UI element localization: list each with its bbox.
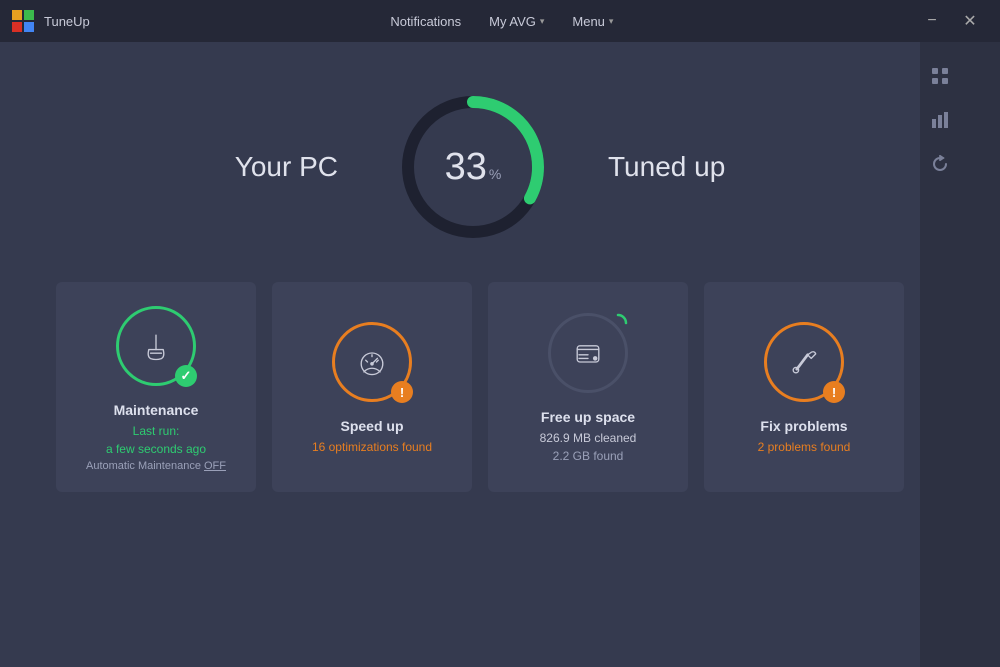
gauge-area: Your PC 33% Tuned up	[235, 92, 726, 242]
close-button[interactable]: ✕	[952, 0, 988, 42]
gauge-value: 33	[445, 148, 487, 186]
maintenance-card[interactable]: ✓ Maintenance Last run: a few seconds ag…	[56, 282, 256, 492]
free-space-title: Free up space	[541, 409, 635, 425]
gauge-container: 33%	[398, 92, 548, 242]
gauge-unit: %	[489, 166, 501, 182]
maintenance-link: Automatic Maintenance OFF	[86, 460, 226, 472]
broom-icon	[138, 328, 174, 364]
app-title: TuneUp	[44, 14, 90, 29]
menu-chevron-icon: ▾	[609, 16, 614, 27]
wrench-icon	[786, 344, 822, 380]
free-space-icon-ring	[548, 313, 628, 393]
maintenance-icon-ring: ✓	[116, 306, 196, 386]
grid-icon[interactable]	[922, 58, 958, 94]
disk-icon	[570, 335, 606, 371]
speed-up-status-badge: !	[391, 381, 413, 403]
refresh-icon[interactable]	[922, 146, 958, 182]
fix-problems-subtitle: 2 problems found	[758, 438, 851, 456]
speed-up-icon-ring: !	[332, 322, 412, 402]
maintenance-subtitle-1: Last run: a few seconds ago	[106, 422, 206, 458]
titlebar: TuneUp Notifications My AVG ▾ Menu ▾ − ✕	[0, 0, 1000, 42]
tuned-up-label: Tuned up	[608, 151, 725, 183]
fix-problems-icon-ring: !	[764, 322, 844, 402]
fix-problems-status-badge: !	[823, 381, 845, 403]
right-sidebar	[920, 42, 960, 667]
notifications-link[interactable]: Notifications	[378, 0, 473, 42]
titlebar-left: TuneUp	[12, 10, 90, 32]
fix-problems-title: Fix problems	[760, 418, 847, 434]
fix-problems-card[interactable]: ! Fix problems 2 problems found	[704, 282, 904, 492]
minimize-button[interactable]: −	[914, 0, 950, 42]
titlebar-controls: − ✕	[914, 0, 988, 42]
your-pc-label: Your PC	[235, 151, 338, 183]
cards-row: ✓ Maintenance Last run: a few seconds ag…	[32, 282, 928, 492]
maintenance-status-badge: ✓	[175, 365, 197, 387]
speed-up-title: Speed up	[340, 418, 403, 434]
speedometer-icon	[354, 344, 390, 380]
menu-link[interactable]: Menu ▾	[560, 0, 625, 42]
speed-up-card[interactable]: ! Speed up 16 optimizations found	[272, 282, 472, 492]
free-space-card[interactable]: Free up space 826.9 MB cleaned 2.2 GB fo…	[488, 282, 688, 492]
my-avg-link[interactable]: My AVG ▾	[477, 0, 556, 42]
free-space-arc-icon	[608, 313, 628, 333]
gauge-text: 33%	[445, 148, 502, 186]
free-space-subtitle-2: 2.2 GB found	[553, 447, 624, 465]
titlebar-nav: Notifications My AVG ▾ Menu ▾	[378, 0, 625, 42]
my-avg-chevron-icon: ▾	[540, 16, 545, 27]
maintenance-off-link[interactable]: OFF	[204, 460, 226, 472]
speed-up-subtitle: 16 optimizations found	[312, 438, 432, 456]
bar-chart-icon[interactable]	[922, 102, 958, 138]
avg-logo	[12, 10, 34, 32]
main-content: Your PC 33% Tuned up ✓	[0, 42, 960, 667]
free-space-subtitle-1: 826.9 MB cleaned	[540, 429, 637, 447]
maintenance-title: Maintenance	[114, 402, 199, 418]
